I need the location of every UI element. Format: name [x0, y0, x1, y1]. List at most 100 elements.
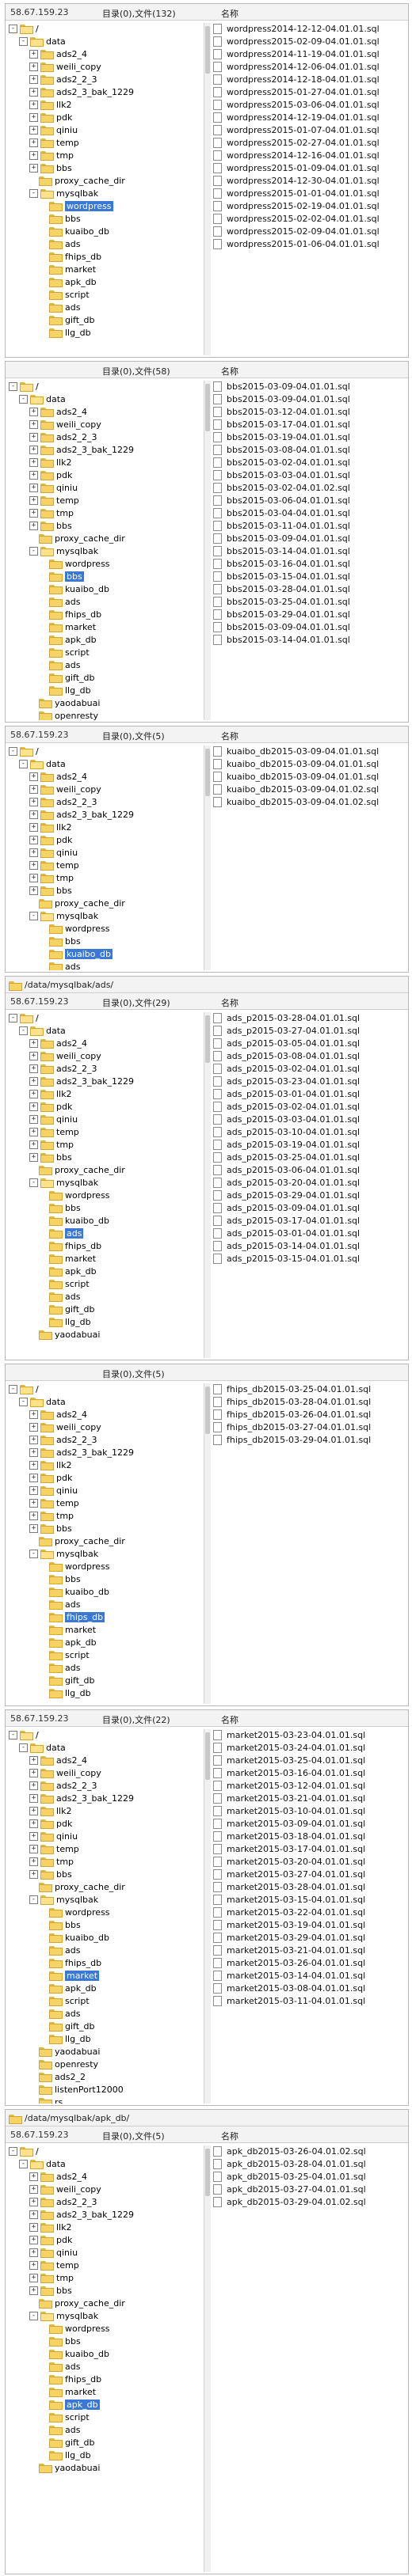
file-row[interactable]: fhips_db2015-03-25-04.01.01.sql [213, 1383, 405, 1396]
tree-node[interactable]: rs [7, 2096, 202, 2104]
tree-node[interactable]: + tmp [7, 872, 202, 885]
tree-node[interactable]: apk_db [7, 2399, 202, 2411]
collapse-icon[interactable]: - [19, 2159, 28, 2168]
tree-node[interactable]: apk_db [7, 1982, 202, 1995]
file-row[interactable]: wordpress2015-02-02-04.01.01.sql [213, 213, 405, 226]
tree-node[interactable]: listenPort12000 [7, 2084, 202, 2096]
file-row[interactable]: market2015-03-22-04.01.01.sql [213, 1906, 405, 1919]
scrollbar-thumb[interactable] [205, 2149, 210, 2196]
file-row[interactable]: market2015-03-20-04.01.01.sql [213, 1856, 405, 1868]
expand-icon[interactable]: + [29, 1140, 38, 1149]
tree-node[interactable]: + ads2_2_3 [7, 1434, 202, 1447]
file-row[interactable]: apk_db2015-03-29-04.01.02.sql [213, 2196, 405, 2209]
tree-node[interactable]: + ads2_3_bak_1229 [7, 1076, 202, 1088]
file-row[interactable]: wordpress2015-01-06-04.01.01.sql [213, 238, 405, 251]
name-column-header[interactable]: 名称 [221, 996, 238, 1009]
tree-node[interactable]: ads [7, 596, 202, 609]
file-row[interactable]: bbs2015-03-03-04.01.01.sql [213, 469, 405, 482]
tree-node[interactable]: - mysqlbak [7, 1894, 202, 1906]
tree-node[interactable]: + llk2 [7, 1805, 202, 1818]
tree-node[interactable]: + ads2_2_3 [7, 431, 202, 444]
expand-icon[interactable]: + [29, 1768, 38, 1777]
tree-node[interactable]: + qiniu [7, 1485, 202, 1497]
scrollbar-thumb[interactable] [205, 1015, 210, 1063]
collapse-icon[interactable]: - [9, 746, 17, 756]
tree-node[interactable]: fhips_db [7, 1240, 202, 1253]
tree-node[interactable]: + tmp [7, 1139, 202, 1151]
tree-node[interactable]: + weili_copy [7, 2183, 202, 2196]
file-row[interactable]: market2015-03-25-04.01.01.sql [213, 1755, 405, 1767]
tree-node[interactable]: - mysqlbak [7, 188, 202, 200]
tree-node[interactable]: + pdk [7, 2234, 202, 2247]
tree-node[interactable]: + bbs [7, 162, 202, 175]
file-row[interactable]: bbs2015-03-14-04.01.01.sql [213, 545, 405, 558]
tree-node[interactable]: market [7, 264, 202, 276]
expand-icon[interactable]: + [29, 138, 38, 147]
file-row[interactable]: ads_p2015-03-15-04.01.01.sql [213, 1253, 405, 1265]
expand-icon[interactable]: + [29, 1460, 38, 1470]
expand-icon[interactable]: + [29, 87, 38, 97]
expand-icon[interactable]: + [29, 495, 38, 505]
expand-icon[interactable]: + [29, 2184, 38, 2194]
tree-node[interactable]: ads2_2 [7, 2071, 202, 2084]
tree-node[interactable]: ads [7, 238, 202, 251]
file-row[interactable]: market2015-03-21-04.01.01.sql [213, 1793, 405, 1805]
tree-node[interactable]: wordpress [7, 1561, 202, 1573]
expand-icon[interactable]: + [29, 163, 38, 173]
tree-node[interactable]: script [7, 1995, 202, 2008]
file-row[interactable]: apk_db2015-03-25-04.01.01.sql [213, 2171, 405, 2183]
tree-scrollbar[interactable] [204, 1729, 211, 2104]
file-row[interactable]: kuaibo_db2015-03-09-04.01.01.sql [213, 758, 405, 771]
expand-icon[interactable]: + [29, 1152, 38, 1162]
tree-node[interactable]: + temp [7, 1126, 202, 1139]
expand-icon[interactable]: + [29, 1473, 38, 1482]
expand-icon[interactable]: + [29, 445, 38, 454]
tree-node[interactable]: wordpress [7, 558, 202, 571]
expand-icon[interactable]: + [29, 772, 38, 781]
tree-node[interactable]: - / [7, 745, 202, 758]
tree-node[interactable]: + ads2_4 [7, 1755, 202, 1767]
expand-icon[interactable]: + [29, 457, 38, 467]
file-row[interactable]: market2015-03-24-04.01.01.sql [213, 1742, 405, 1755]
collapse-icon[interactable]: - [19, 1743, 28, 1752]
tree-node[interactable]: + tmp [7, 1510, 202, 1523]
file-row[interactable]: wordpress2015-01-07-04.01.01.sql [213, 124, 405, 137]
tree-node[interactable]: + pdk [7, 112, 202, 124]
tree-node[interactable]: + qiniu [7, 847, 202, 859]
tree-node[interactable]: kuaibo_db [7, 1932, 202, 1944]
file-row[interactable]: wordpress2015-01-01-04.01.01.sql [213, 188, 405, 200]
tree-scrollbar[interactable] [204, 23, 211, 355]
tree-node[interactable]: + temp [7, 137, 202, 150]
file-row[interactable]: bbs2015-03-06-04.01.01.sql [213, 495, 405, 507]
tree-node[interactable]: - data [7, 758, 202, 771]
collapse-icon[interactable]: - [9, 1730, 17, 1739]
collapse-icon[interactable]: - [29, 1178, 38, 1187]
tree-node[interactable]: + ads2_2_3 [7, 1063, 202, 1076]
file-row[interactable]: wordpress2014-12-19-04.01.01.sql [213, 112, 405, 124]
expand-icon[interactable]: + [29, 1435, 38, 1444]
collapse-icon[interactable]: - [29, 2311, 38, 2320]
collapse-icon[interactable]: - [9, 381, 17, 391]
tree-node[interactable]: + pdk [7, 1818, 202, 1831]
file-row[interactable]: apk_db2015-03-27-04.01.01.sql [213, 2183, 405, 2196]
tree-node[interactable]: ads [7, 1227, 202, 1240]
tree-node[interactable]: script [7, 2411, 202, 2424]
expand-icon[interactable]: + [29, 470, 38, 480]
tree-node[interactable]: proxy_cache_dir [7, 1535, 202, 1548]
tree-node[interactable]: + ads2_3_bak_1229 [7, 1793, 202, 1805]
file-row[interactable]: wordpress2014-12-12-04.01.01.sql [213, 23, 405, 36]
tree-node[interactable]: + ads2_3_bak_1229 [7, 86, 202, 99]
expand-icon[interactable]: + [29, 2260, 38, 2270]
file-row[interactable]: ads_p2015-03-19-04.01.01.sql [213, 1139, 405, 1151]
tree-node[interactable]: proxy_cache_dir [7, 533, 202, 545]
file-row[interactable]: bbs2015-03-11-04.01.01.sql [213, 520, 405, 533]
tree-node[interactable]: kuaibo_db [7, 226, 202, 238]
file-row[interactable]: fhips_db2015-03-26-04.01.01.sql [213, 1409, 405, 1421]
file-row[interactable]: wordpress2015-03-06-04.01.01.sql [213, 99, 405, 112]
tree-node[interactable]: + ads2_3_bak_1229 [7, 1447, 202, 1459]
collapse-icon[interactable]: - [19, 1397, 28, 1406]
file-row[interactable]: market2015-03-19-04.01.01.sql [213, 1919, 405, 1932]
file-row[interactable]: market2015-03-28-04.01.01.sql [213, 1881, 405, 1894]
collapse-icon[interactable]: - [29, 188, 38, 198]
scrollbar-thumb[interactable] [205, 749, 210, 796]
